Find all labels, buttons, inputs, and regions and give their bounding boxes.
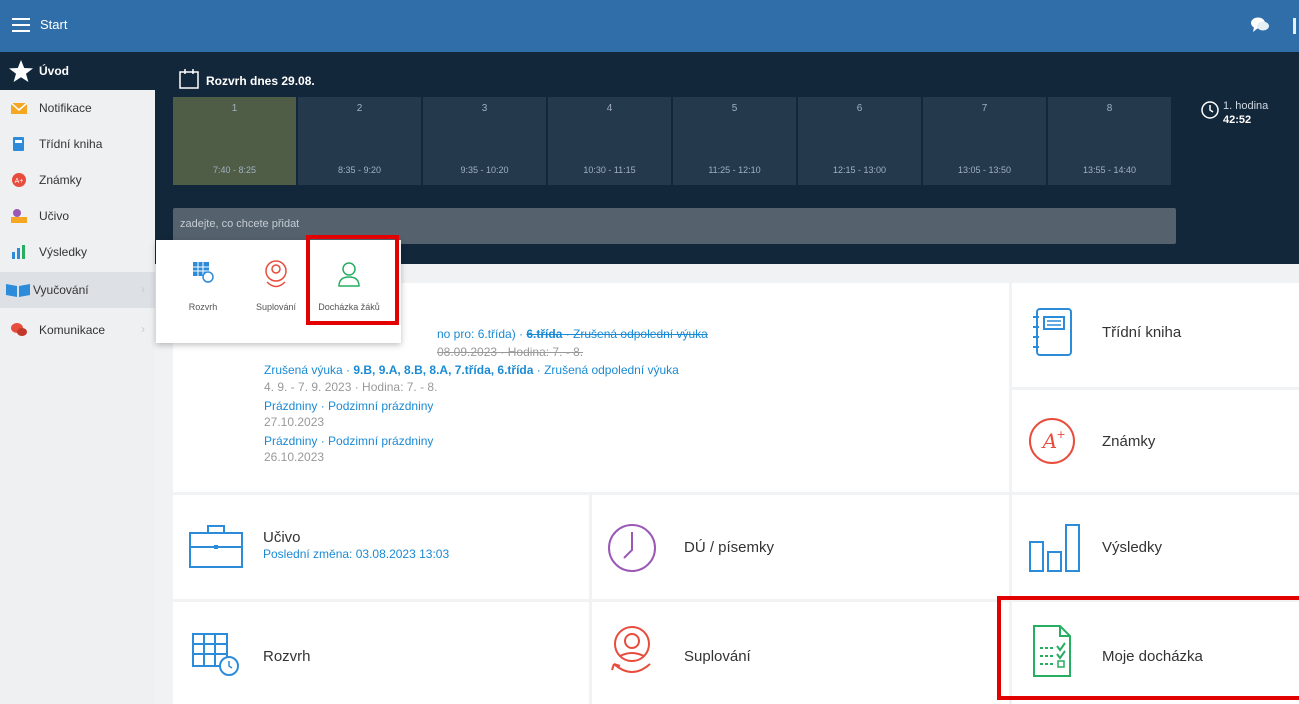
svg-text:A+: A+ — [15, 178, 24, 185]
envelope-icon — [10, 102, 28, 114]
clock-icon — [1201, 101, 1219, 119]
svg-text:+: + — [1056, 428, 1065, 441]
submenu-suplovani[interactable]: Suplování — [246, 240, 306, 343]
tile-rozvrh[interactable]: Rozvrh — [173, 602, 589, 704]
open-book-icon — [6, 284, 30, 297]
sidebar-item-label: Vyučování — [33, 283, 89, 297]
timetable-period[interactable]: 1 7:40 - 8:25 — [173, 97, 296, 185]
substitution-icon — [265, 260, 287, 288]
news-date: 26.10.2023 — [264, 450, 325, 464]
sidebar-item-label: Učivo — [39, 209, 70, 223]
timetable-period[interactable]: 7 13:05 - 13:50 — [923, 97, 1046, 185]
topbar-edge — [1293, 18, 1296, 34]
tile-suplovani[interactable]: Suplování — [592, 602, 1009, 704]
sidebar-item-notifikace[interactable]: Notifikace — [0, 90, 155, 126]
tile-znamky[interactable]: A + Známky — [1012, 390, 1299, 492]
top-bar: Start — [0, 0, 1299, 52]
highlight-box — [306, 235, 399, 325]
tile-tridni-kniha[interactable]: Třídní kniha — [1012, 283, 1299, 387]
timetable-period[interactable]: 4 10:30 - 11:15 — [548, 97, 671, 185]
tile-vysledky[interactable]: Výsledky — [1012, 495, 1299, 599]
tile-ucivo[interactable]: Učivo Poslední změna: 03.08.2023 13:03 — [173, 495, 589, 599]
timetable-period[interactable]: 5 11:25 - 12:10 — [673, 97, 796, 185]
grade-a-plus-icon: A + — [1029, 418, 1075, 464]
timetable-icon — [193, 262, 214, 283]
timetable-period[interactable]: 2 8:35 - 9:20 — [298, 97, 421, 185]
svg-text:A: A — [1041, 429, 1057, 453]
hamburger-menu-icon[interactable] — [12, 18, 30, 34]
sidebar-item-label: Známky — [39, 173, 82, 187]
sidebar-item-label: Výsledky — [39, 245, 88, 259]
tile-du-pisemky[interactable]: DÚ / písemky — [592, 495, 1009, 599]
sidebar-item-ucivo[interactable]: Učivo — [0, 198, 155, 234]
sidebar-item-label: Třídní kniha — [39, 137, 103, 151]
sidebar-item-label: Notifikace — [39, 101, 92, 115]
book-icon — [13, 137, 24, 151]
calendar-icon — [179, 69, 199, 89]
timetable-icon — [192, 633, 239, 676]
chat-icon[interactable] — [1250, 16, 1270, 34]
notebook-icon — [1033, 308, 1072, 356]
sidebar-item-komunikace[interactable]: Komunikace › — [0, 312, 155, 348]
grade-icon: A+ — [12, 173, 26, 187]
submenu-rozvrh[interactable]: Rozvrh — [173, 240, 233, 343]
sidebar-item-label: Komunikace — [39, 323, 106, 337]
app-title: Start — [40, 17, 68, 32]
student-icon — [11, 209, 27, 223]
sidebar-item-vyucovani[interactable]: Vyučování › — [0, 272, 155, 308]
highlight-box — [997, 596, 1299, 700]
chevron-right-icon: › — [141, 322, 145, 336]
news-line[interactable]: Prázdniny · Podzimní prázdniny — [264, 399, 433, 413]
timetable-period[interactable]: 3 9:35 - 10:20 — [423, 97, 546, 185]
sidebar: Notifikace Třídní kniha A+ Známky Učivo … — [0, 90, 155, 704]
briefcase-icon — [189, 525, 243, 568]
news-line: Zrušená výuka · 9.B, 9.A, 8.B, 8.A, 7.tř… — [264, 363, 679, 377]
bar-chart-icon — [1029, 524, 1080, 572]
chat-bubbles-icon — [11, 323, 27, 336]
news-line: no pro: 6.třída) · 6.třída · Zrušená odp… — [437, 327, 708, 341]
bar-chart-icon — [12, 245, 25, 259]
star-icon — [9, 60, 33, 82]
news-date: 4. 9. - 7. 9. 2023 · Hodina: 7. - 8. — [264, 380, 438, 394]
timetable-period[interactable]: 6 12:15 - 13:00 — [798, 97, 921, 185]
sidebar-item-label: Úvod — [39, 64, 69, 78]
timetable-period[interactable]: 8 13:55 - 14:40 — [1048, 97, 1171, 185]
substitution-icon — [611, 626, 651, 673]
news-date: 27.10.2023 — [264, 415, 325, 429]
chevron-right-icon: › — [141, 282, 145, 296]
clock-icon — [608, 524, 656, 572]
news-line[interactable]: Prázdniny · Podzimní prázdniny — [264, 434, 433, 448]
sidebar-item-vysledky[interactable]: Výsledky — [0, 234, 155, 270]
news-date: 08.09.2023 · Hodina: 7. - 8. — [437, 345, 584, 359]
sidebar-item-tridni-kniha[interactable]: Třídní kniha — [0, 126, 155, 162]
ucivo-last-change: Poslední změna: 03.08.2023 13:03 — [263, 547, 450, 561]
sidebar-item-znamky[interactable]: A+ Známky — [0, 162, 155, 198]
sidebar-item-uvod[interactable]: Úvod — [0, 52, 155, 90]
